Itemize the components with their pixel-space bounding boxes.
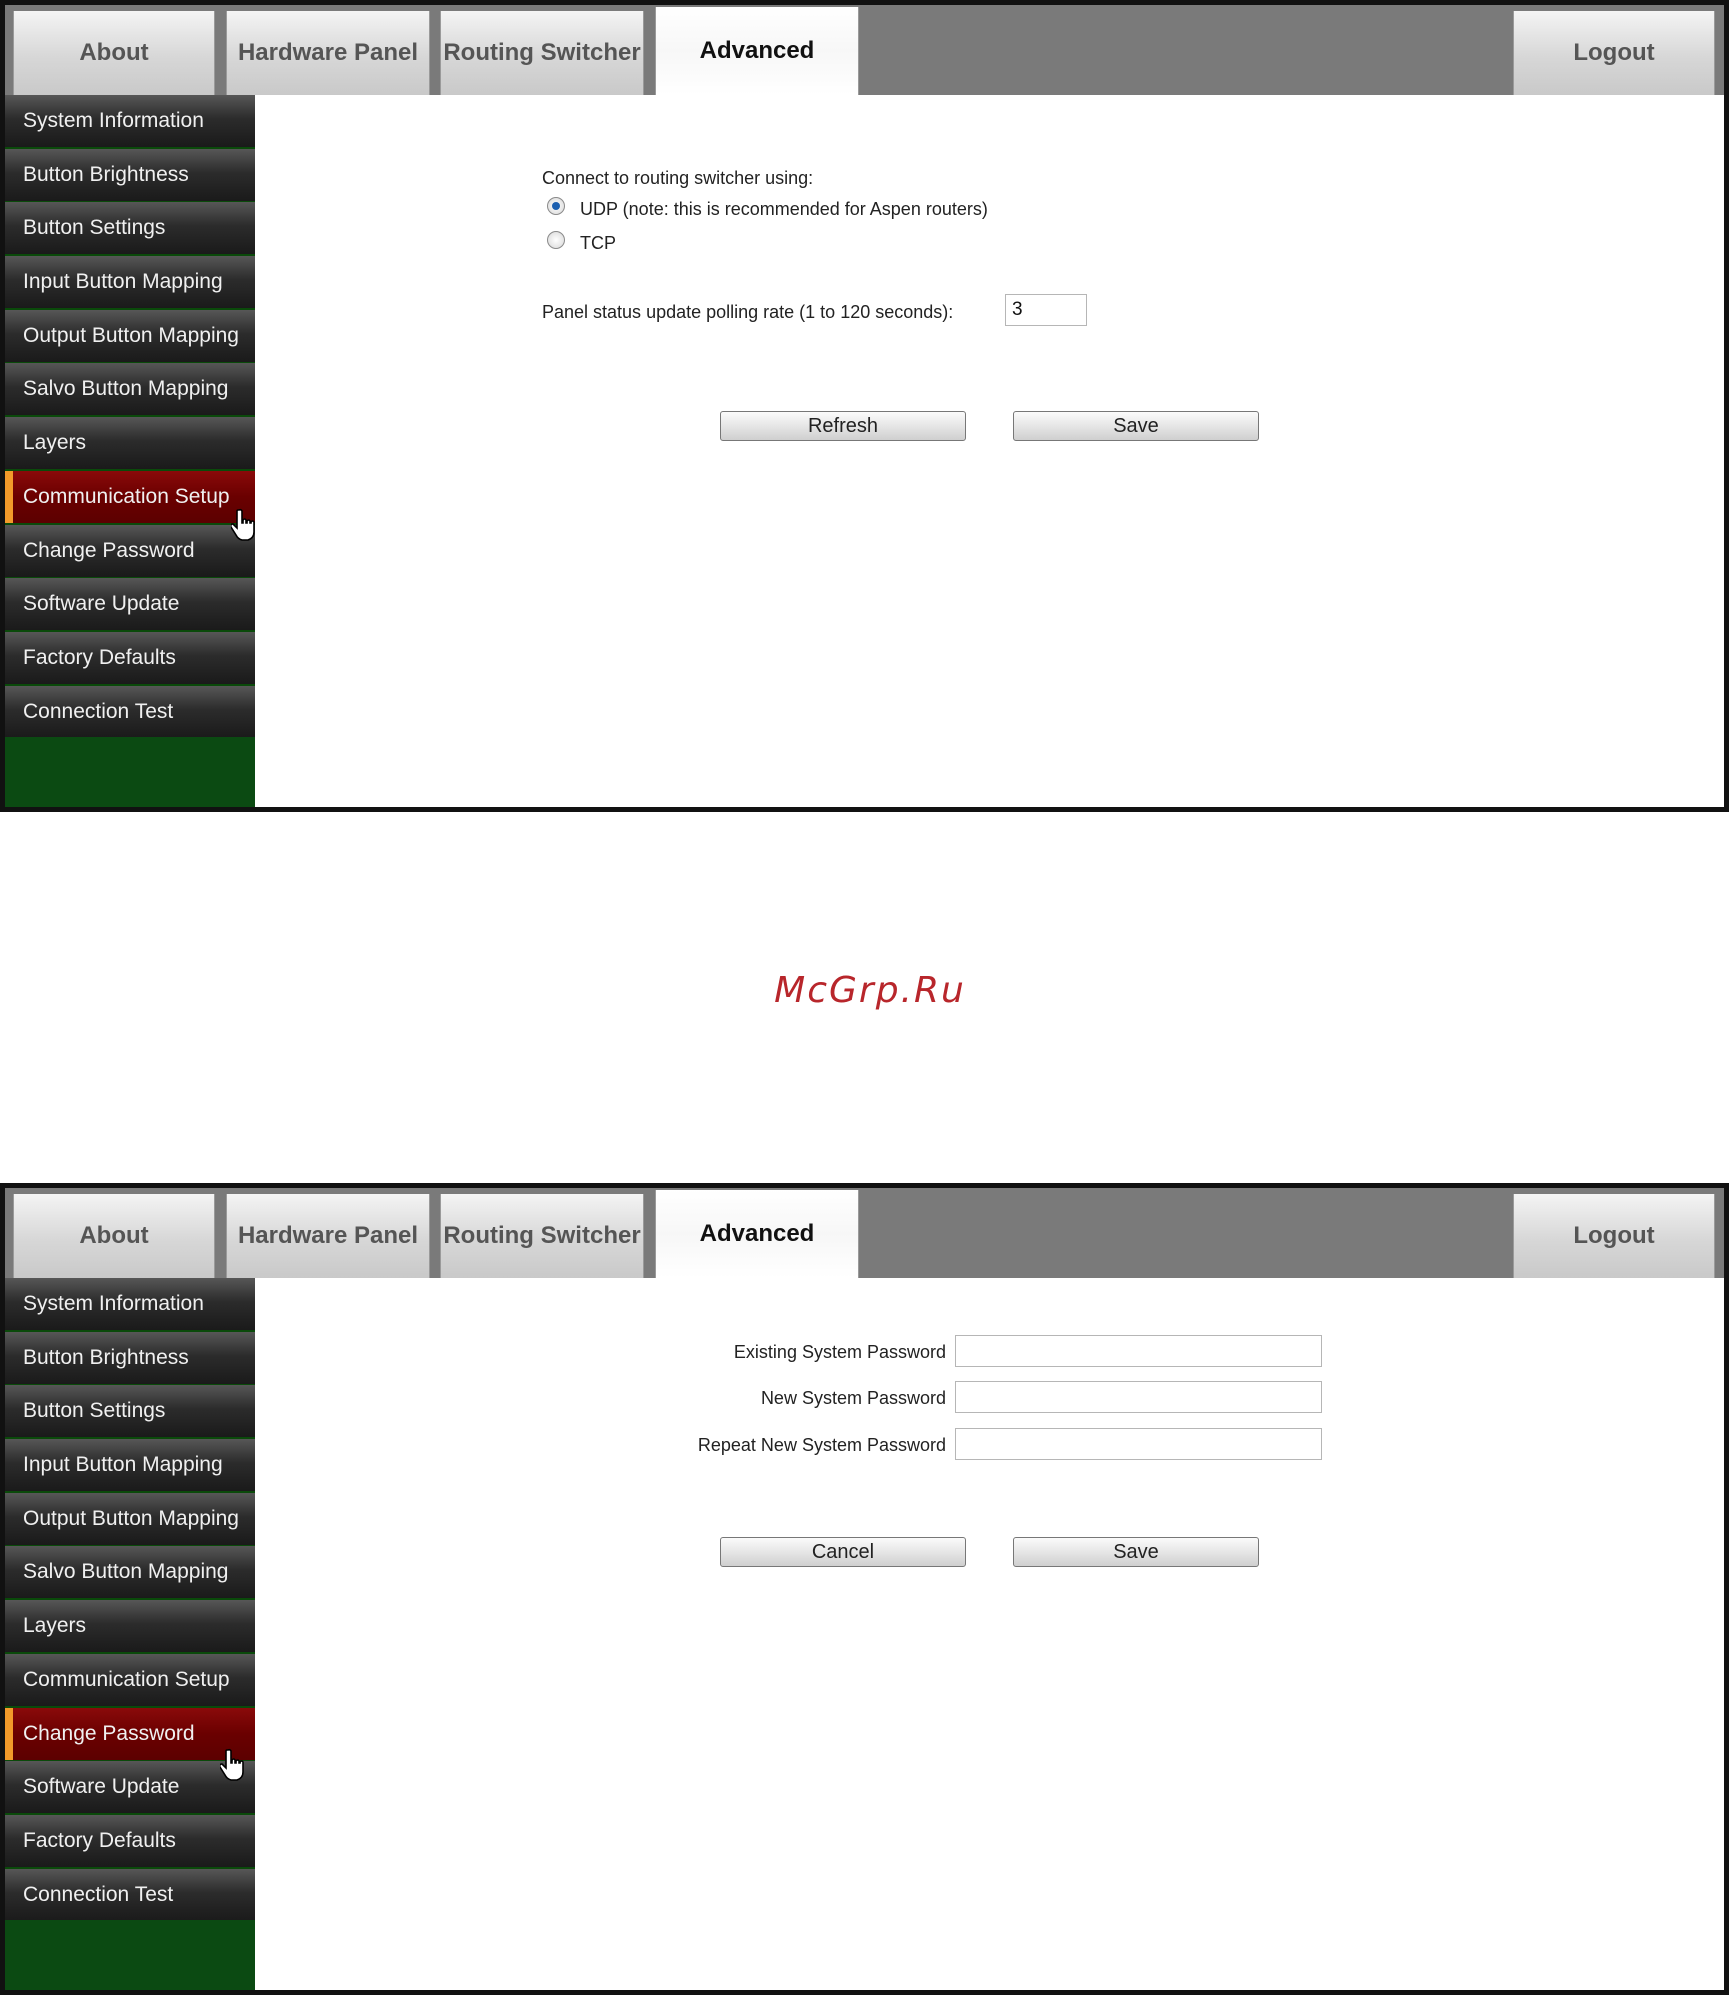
connect-using-label: Connect to routing switcher using: [542,168,814,188]
tcp-radio[interactable] [547,231,565,249]
sidebar-item-communication-setup[interactable]: Communication Setup [5,470,255,523]
sidebar-item-layers[interactable]: Layers [5,417,255,470]
tab-about[interactable]: About [13,11,215,95]
app-window: About Hardware Panel Routing Switcher Ad… [0,1183,1729,1995]
tab-hardware-panel[interactable]: Hardware Panel [226,1194,430,1278]
tab-routing-switcher[interactable]: Routing Switcher [440,1194,644,1278]
polling-rate-input[interactable] [1005,294,1087,326]
app-window: About Hardware Panel Routing Switcher Ad… [0,0,1729,812]
sidebar-item-connection-test[interactable]: Connection Test [5,1868,255,1921]
sidebar-item-button-brightness[interactable]: Button Brightness [5,148,255,201]
sidebar-item-input-button-mapping[interactable]: Input Button Mapping [5,256,255,309]
sidebar-item-software-update[interactable]: Software Update [5,1761,255,1814]
tab-bar: About Hardware Panel Routing Switcher Ad… [5,1188,1724,1278]
cancel-button[interactable]: Cancel [720,1537,966,1567]
sidebar-item-input-button-mapping[interactable]: Input Button Mapping [5,1439,255,1492]
sidebar-footer [5,737,255,807]
watermark: McGrp.Ru [774,970,966,1011]
logout-button[interactable]: Logout [1513,1194,1715,1278]
sidebar-item-change-password[interactable]: Change Password [5,524,255,577]
communication-setup-screenshot: About Hardware Panel Routing Switcher Ad… [0,0,1729,812]
polling-rate-label: Panel status update polling rate (1 to 1… [542,302,954,322]
hand-cursor-icon [231,508,255,541]
new-password-input[interactable] [955,1381,1322,1413]
sidebar-item-button-settings[interactable]: Button Settings [5,1385,255,1438]
save-button[interactable]: Save [1013,411,1259,441]
existing-password-label: Existing System Password [733,1342,946,1362]
repeat-password-label: Repeat New System Password [697,1435,946,1455]
communication-setup-panel: Connect to routing switcher using: UDP (… [255,95,1724,807]
sidebar-item-connection-test[interactable]: Connection Test [5,685,255,738]
sidebar-item-change-password[interactable]: Change Password [5,1707,255,1760]
sidebar-item-button-brightness[interactable]: Button Brightness [5,1331,255,1384]
new-password-label: New System Password [760,1388,946,1408]
save-button[interactable]: Save [1013,1537,1259,1567]
repeat-password-input[interactable] [955,1428,1322,1460]
existing-password-input[interactable] [955,1335,1322,1367]
refresh-button[interactable]: Refresh [720,411,966,441]
logout-button[interactable]: Logout [1513,11,1715,95]
sidebar-item-button-settings[interactable]: Button Settings [5,202,255,255]
sidebar-item-software-update[interactable]: Software Update [5,578,255,631]
sidebar-item-factory-defaults[interactable]: Factory Defaults [5,1814,255,1867]
sidebar-footer [5,1920,255,1990]
sidebar-item-system-information[interactable]: System Information [5,1278,255,1330]
sidebar-item-factory-defaults[interactable]: Factory Defaults [5,631,255,684]
sidebar-item-layers[interactable]: Layers [5,1600,255,1653]
sidebar: System Information Button Brightness But… [5,95,255,807]
udp-radio[interactable] [547,197,565,215]
sidebar-item-system-information[interactable]: System Information [5,95,255,147]
tab-hardware-panel[interactable]: Hardware Panel [226,11,430,95]
sidebar-item-output-button-mapping[interactable]: Output Button Mapping [5,309,255,362]
tcp-label: TCP [580,233,616,253]
hand-cursor-icon [220,1748,244,1781]
tab-advanced[interactable]: Advanced [655,7,859,95]
udp-label: UDP (note: this is recommended for Aspen… [580,199,988,219]
sidebar-item-salvo-button-mapping[interactable]: Salvo Button Mapping [5,363,255,416]
tab-bar: About Hardware Panel Routing Switcher Ad… [5,5,1724,95]
sidebar-item-salvo-button-mapping[interactable]: Salvo Button Mapping [5,1546,255,1599]
sidebar-item-communication-setup[interactable]: Communication Setup [5,1653,255,1706]
change-password-screenshot: About Hardware Panel Routing Switcher Ad… [0,1183,1729,1995]
tab-advanced[interactable]: Advanced [655,1190,859,1278]
tab-routing-switcher[interactable]: Routing Switcher [440,11,644,95]
change-password-panel: Existing System Password New System Pass… [255,1278,1724,1990]
sidebar-item-output-button-mapping[interactable]: Output Button Mapping [5,1492,255,1545]
tab-about[interactable]: About [13,1194,215,1278]
sidebar: System Information Button Brightness But… [5,1278,255,1990]
